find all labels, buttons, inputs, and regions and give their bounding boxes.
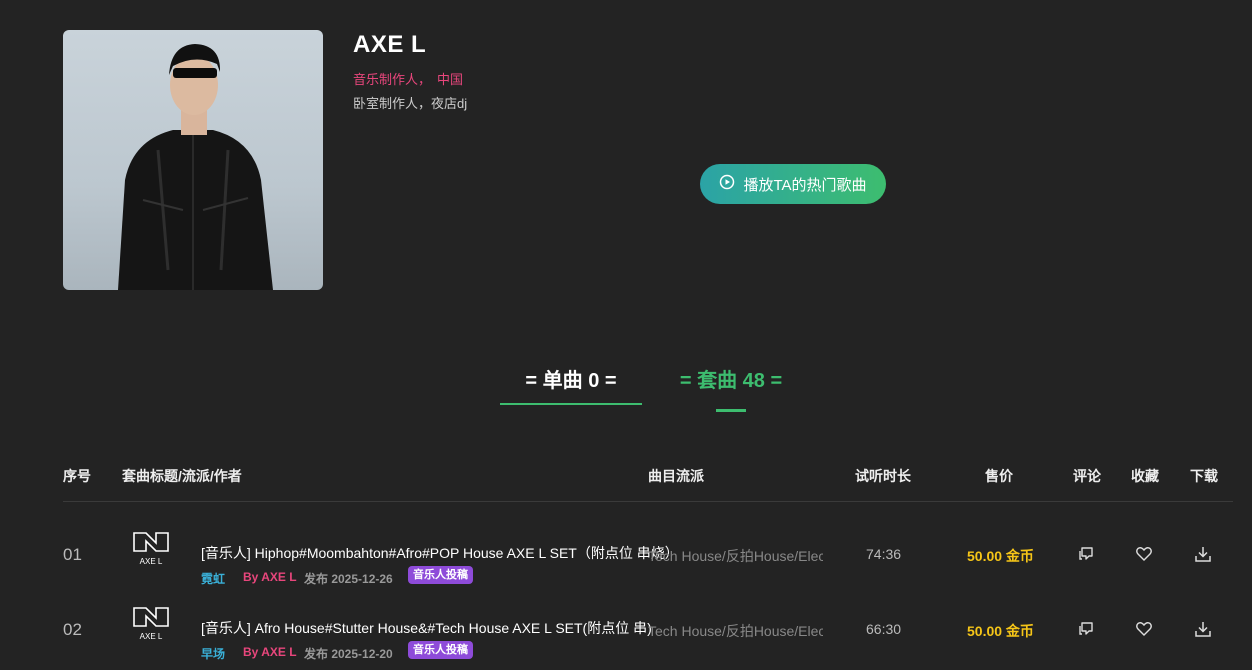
play-hot-songs-button[interactable]: 播放TA的热门歌曲 bbox=[700, 164, 886, 204]
set-author[interactable]: By AXE L bbox=[243, 570, 297, 584]
set-genre: Tech House/反拍House/Elect... bbox=[648, 548, 823, 564]
play-circle-icon bbox=[719, 174, 735, 194]
table-divider bbox=[63, 501, 1233, 502]
set-author[interactable]: By AXE L bbox=[243, 645, 297, 659]
set-title[interactable]: [音乐人] Afro House#Stutter House&#Tech Hou… bbox=[201, 618, 652, 638]
musician-badge: 音乐人投稿 bbox=[408, 566, 473, 584]
play-button-label: 播放TA的热门歌曲 bbox=[743, 176, 867, 194]
table-row[interactable]: 01 AXE L [音乐人] Hiphop#Moombahton#Afro#PO… bbox=[0, 532, 1252, 615]
download-icon[interactable] bbox=[1193, 544, 1213, 564]
axe-l-logo: AXE L bbox=[132, 606, 170, 642]
artist-role[interactable]: 音乐制作人， bbox=[353, 72, 431, 87]
header-comment: 评论 bbox=[1073, 468, 1101, 484]
musician-badge: 音乐人投稿 bbox=[408, 641, 473, 659]
header-duration: 试听时长 bbox=[855, 468, 911, 484]
table-row[interactable]: 02 AXE L [音乐人] Afro House#Stutter House&… bbox=[0, 607, 1252, 670]
table-header: 序号 套曲标题/流派/作者 曲目流派 试听时长 售价 评论 收藏 下载 bbox=[0, 466, 1252, 486]
artist-avatar bbox=[63, 30, 323, 290]
set-tag[interactable]: 霓虹 bbox=[201, 570, 225, 587]
set-date: 发布 2025-12-20 bbox=[304, 647, 393, 661]
set-price: 50.00 金币 bbox=[967, 548, 1034, 564]
header-download: 下载 bbox=[1190, 468, 1218, 484]
tab-underline-marker bbox=[716, 409, 746, 412]
comment-icon[interactable] bbox=[1076, 544, 1096, 564]
download-icon[interactable] bbox=[1193, 619, 1213, 639]
set-tag[interactable]: 早场 bbox=[201, 645, 225, 662]
axe-l-logo: AXE L bbox=[132, 531, 170, 567]
set-date: 发布 2025-12-26 bbox=[304, 572, 393, 586]
set-title[interactable]: [音乐人] Hiphop#Moombahton#Afro#POP House A… bbox=[201, 543, 679, 563]
set-duration: 66:30 bbox=[866, 621, 902, 637]
heart-icon[interactable] bbox=[1134, 544, 1154, 564]
header-price: 售价 bbox=[985, 468, 1013, 484]
header-index: 序号 bbox=[63, 468, 91, 484]
set-duration: 74:36 bbox=[866, 546, 902, 562]
artist-name: AXE L bbox=[353, 31, 427, 58]
header-favorite: 收藏 bbox=[1131, 468, 1159, 484]
tab-underline-active bbox=[500, 403, 642, 405]
logo-text: AXE L bbox=[140, 632, 163, 641]
artist-description: 卧室制作人，夜店dj bbox=[353, 96, 468, 111]
artist-region[interactable]: 中国 bbox=[437, 72, 463, 87]
tab-singles[interactable]: = 单曲 0 = bbox=[500, 364, 642, 393]
tab-sets[interactable]: = 套曲 48 = bbox=[660, 364, 802, 393]
heart-icon[interactable] bbox=[1134, 619, 1154, 639]
set-genre: Tech House/反拍House/Elect... bbox=[648, 623, 823, 639]
row-index: 02 bbox=[63, 620, 82, 639]
row-index: 01 bbox=[63, 545, 82, 564]
comment-icon[interactable] bbox=[1076, 619, 1096, 639]
artist-tags: 音乐制作人， 中国 bbox=[353, 69, 463, 88]
logo-text: AXE L bbox=[140, 557, 163, 566]
header-genre: 曲目流派 bbox=[648, 468, 704, 484]
header-title: 套曲标题/流派/作者 bbox=[122, 468, 242, 484]
set-price: 50.00 金币 bbox=[967, 623, 1034, 639]
